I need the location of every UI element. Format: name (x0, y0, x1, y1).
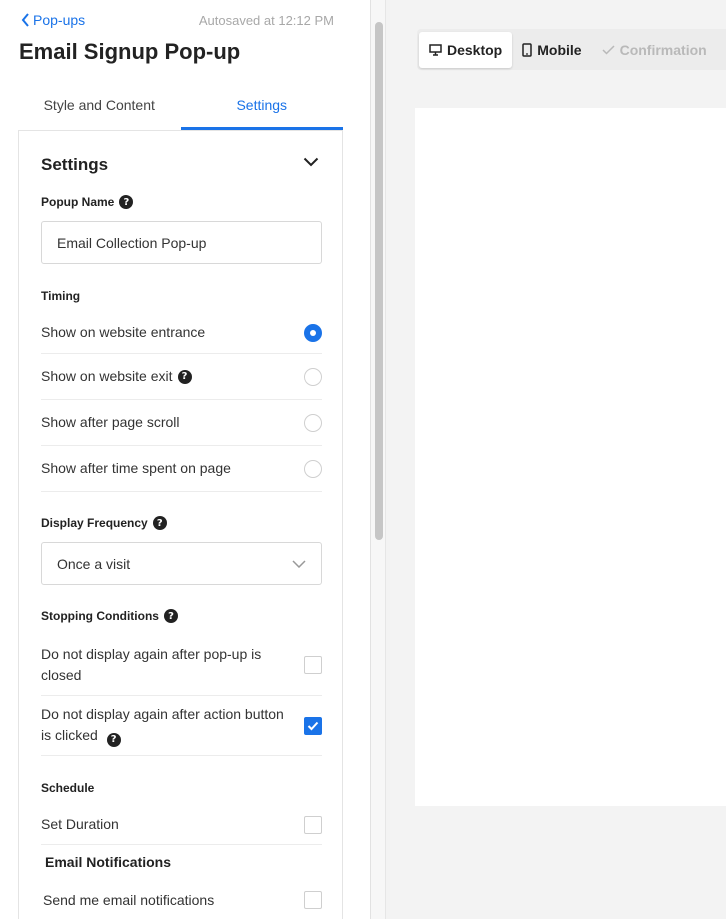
timing-option-label: Show on website entrance (41, 324, 206, 340)
popup-name-label: Popup Name ? (41, 195, 134, 209)
back-to-popups-link[interactable]: Pop-ups (21, 12, 85, 28)
tab-settings[interactable]: Settings (180, 86, 343, 130)
popup-name-input[interactable] (41, 221, 322, 264)
desktop-icon (429, 43, 442, 56)
desktop-preview-button[interactable]: Desktop (419, 31, 513, 68)
settings-card: Settings Popup Name ? Timing Show on web… (18, 131, 343, 919)
desktop-preview-label: Desktop (447, 41, 503, 58)
chevron-down-icon[interactable] (303, 157, 319, 167)
page-title: Email Signup Pop-up (19, 39, 241, 64)
timing-option-label: Show on website exit (41, 368, 173, 384)
checkmark-icon (307, 721, 319, 730)
set-duration-label: Set Duration (41, 816, 119, 832)
timing-option-exit-label: Show on website exit ? (41, 366, 192, 387)
preview-area: Desktop Mobile Confirmation (387, 0, 726, 919)
stop-after-action-label: Do not display again after action button… (41, 704, 286, 747)
stop-after-closed-checkbox[interactable] (304, 656, 322, 674)
mobile-icon (522, 42, 532, 57)
stop-after-closed-option[interactable]: Do not display again after pop-up is clo… (41, 635, 322, 696)
timing-option-time-spent[interactable]: Show after time spent on page (41, 446, 322, 492)
help-icon[interactable]: ? (163, 609, 178, 623)
set-duration-checkbox[interactable] (304, 815, 322, 834)
checkmark-icon (602, 44, 615, 55)
back-link-label: Pop-ups (33, 12, 86, 28)
confirmation-preview-button[interactable]: Confirmation (592, 32, 717, 68)
timing-exit-radio[interactable] (304, 367, 322, 386)
display-frequency-label: Display Frequency ? (41, 516, 167, 530)
mobile-preview-button[interactable]: Mobile (512, 32, 591, 68)
chevron-left-icon (21, 13, 29, 27)
scrollbar-thumb[interactable] (375, 22, 383, 540)
preview-canvas (415, 108, 726, 806)
timing-label: Timing (41, 289, 81, 303)
help-icon[interactable]: ? (119, 195, 134, 209)
stopping-conditions-label-text: Stopping Conditions (41, 609, 159, 623)
autosave-status: Autosaved at 12:12 PM (198, 13, 334, 28)
stop-after-closed-label: Do not display again after pop-up is clo… (41, 646, 262, 683)
tab-bar: Style and Content Settings (18, 86, 343, 131)
stop-after-action-checkbox[interactable] (304, 716, 322, 735)
stop-after-action-text: Do not display again after action button… (41, 706, 284, 744)
timing-entrance-radio[interactable] (304, 323, 322, 342)
email-notifications-option[interactable]: Send me email notifications (43, 880, 322, 919)
timing-option-entrance[interactable]: Show on website entrance (41, 312, 322, 354)
mobile-preview-label: Mobile (537, 41, 582, 58)
timing-option-exit[interactable]: Show on website exit ? (41, 354, 322, 400)
timing-option-scroll[interactable]: Show after page scroll (41, 400, 322, 446)
stopping-conditions-label: Stopping Conditions ? (41, 609, 178, 623)
email-notifications-checkbox[interactable] (304, 891, 322, 909)
timing-scroll-radio[interactable] (304, 413, 322, 432)
chevron-down-icon (292, 559, 306, 568)
help-icon[interactable]: ? (177, 369, 192, 384)
popup-name-label-text: Popup Name (41, 195, 115, 209)
settings-section-heading: Settings (41, 155, 109, 174)
display-frequency-label-text: Display Frequency (41, 516, 148, 530)
email-notifications-label: Send me email notifications (43, 891, 215, 908)
timing-option-label: Show after time spent on page (41, 460, 231, 476)
tab-style-and-content[interactable]: Style and Content (18, 86, 181, 130)
timing-time-spent-radio[interactable] (304, 459, 322, 478)
confirmation-preview-label: Confirmation (619, 41, 707, 58)
schedule-label: Schedule (41, 781, 95, 795)
email-notifications-heading: Email Notifications (45, 854, 172, 870)
timing-option-label: Show after page scroll (41, 414, 180, 430)
stop-after-action-option[interactable]: Do not display again after action button… (41, 696, 322, 756)
display-frequency-select[interactable]: Once a visit (41, 542, 322, 585)
settings-panel: Pop-ups Autosaved at 12:12 PM Email Sign… (0, 0, 371, 919)
help-icon[interactable]: ? (152, 516, 167, 530)
set-duration-option[interactable]: Set Duration (41, 805, 322, 845)
display-frequency-value: Once a visit (57, 555, 131, 572)
help-icon[interactable]: ? (106, 732, 121, 747)
preview-mode-toggle: Desktop Mobile Confirmation (417, 29, 726, 70)
